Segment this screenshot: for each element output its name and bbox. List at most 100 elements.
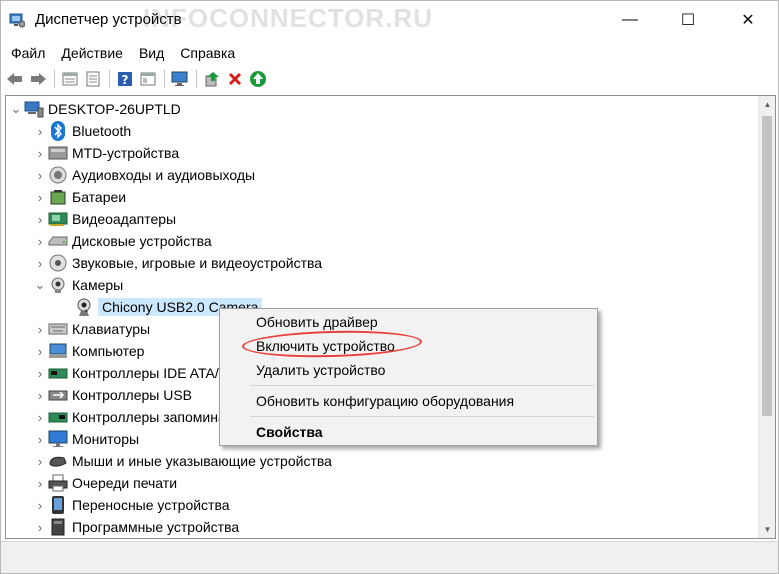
tree-item-print-queues[interactable]: › Очереди печати [32,472,177,494]
usb-controller-icon [48,385,68,405]
tree-item-batteries[interactable]: › Батареи [32,186,126,208]
tree-item-disk-drives[interactable]: › Дисковые устройства [32,230,212,252]
toolbar-separator [109,70,110,88]
camera-icon [48,275,68,295]
mouse-icon [48,451,68,471]
tree-item-keyboards[interactable]: › Клавиатуры [32,318,150,340]
chevron-right-icon[interactable]: › [32,186,48,208]
chevron-right-icon[interactable]: › [32,318,48,340]
tree-item-label: Звуковые, игровые и видеоустройства [72,255,323,271]
forward-button[interactable] [28,69,48,89]
toolbar-separator [196,70,197,88]
maximize-button[interactable]: ☐ [665,1,711,39]
tree-item-software-devices[interactable]: › Программные устройства [32,516,239,538]
chevron-right-icon[interactable]: › [32,516,48,538]
resources-panel-icon [140,72,156,86]
tree-item-audio-io[interactable]: › Аудиовходы и аудиовыходы [32,164,255,186]
chevron-right-icon[interactable]: › [32,120,48,142]
tree-item-label: Переносные устройства [72,497,230,513]
sound-icon [48,253,68,273]
chevron-right-icon[interactable]: › [32,164,48,186]
resources-button[interactable] [138,69,158,89]
computer-root-icon [24,99,44,119]
mtd-device-icon [48,143,68,163]
update-driver-icon [205,72,219,87]
tree-item-label: Мониторы [72,431,140,447]
chevron-right-icon[interactable]: › [32,208,48,230]
menu-bar: Файл Действие Вид Справка [1,41,778,65]
menu-separator [250,385,594,386]
tree-item-label: Видеоадаптеры [72,211,177,227]
battery-icon [48,187,68,207]
computer-icon [48,341,68,361]
update-driver-button[interactable] [202,69,222,89]
scan-hardware-button[interactable] [170,69,190,89]
enable-device-icon [250,71,266,87]
help-button[interactable]: ? [115,69,135,89]
chevron-right-icon[interactable]: › [32,252,48,274]
menu-item-properties[interactable]: Свойства [256,424,323,440]
chevron-right-icon[interactable]: › [32,142,48,164]
tree-item-portable-devices[interactable]: › Переносные устройства [32,494,230,516]
chevron-right-icon[interactable]: › [32,428,48,450]
menu-help[interactable]: Справка [174,45,241,61]
back-button[interactable] [5,69,25,89]
device-manager-icon [9,13,25,28]
tree-item-cameras[interactable]: ⌄ Камеры [32,274,123,296]
chevron-right-icon[interactable]: › [32,494,48,516]
monitor-scan-icon [171,71,188,86]
tree-list-button[interactable] [83,69,103,89]
chevron-right-icon[interactable]: › [32,450,48,472]
properties-button[interactable] [60,69,80,89]
tree-item-mtd[interactable]: › MTD-устройства [32,142,179,164]
keyboard-icon [48,319,68,339]
menu-item-update-driver[interactable]: Обновить драйвер [256,314,378,330]
tree-item-computer[interactable]: › Компьютер [32,340,145,362]
menu-action[interactable]: Действие [55,45,129,61]
tree-item-bluetooth[interactable]: › Bluetooth [32,120,131,142]
chevron-down-icon[interactable]: ⌄ [32,274,48,296]
tree-item-label: Мыши и иные указывающие устройства [72,453,332,469]
menu-item-uninstall-device[interactable]: Удалить устройство [256,362,385,378]
tree-item-mice[interactable]: › Мыши и иные указывающие устройства [32,450,332,472]
scroll-up-arrow-icon[interactable]: ▲ [759,96,775,113]
chevron-right-icon[interactable]: › [32,406,48,428]
close-button[interactable]: ✕ [725,1,771,39]
chevron-down-icon[interactable]: ⌄ [8,98,24,120]
chevron-right-icon[interactable]: › [32,384,48,406]
tree-item-usb-controllers[interactable]: › Контроллеры USB [32,384,192,406]
tree-item-label: MTD-устройства [72,145,180,161]
tree-item-label: Компьютер [72,343,145,359]
menu-view[interactable]: Вид [133,45,170,61]
tree-item-sound-devices[interactable]: › Звуковые, игровые и видеоустройства [32,252,322,274]
maximize-icon: ☐ [680,12,696,29]
tree-item-label: Батареи [72,189,127,205]
tree-item-label: Дисковые устройства [72,233,212,249]
tree-list-icon [86,71,100,87]
chevron-right-icon[interactable]: › [32,362,48,384]
minimize-button[interactable]: — [607,1,653,39]
software-device-icon [48,517,68,537]
tree-item-label: Программные устройства [72,519,240,535]
forward-arrow-icon [31,73,46,85]
back-arrow-icon [7,73,22,85]
display-adapter-icon [48,209,68,229]
chevron-right-icon[interactable]: › [32,230,48,252]
uninstall-button[interactable] [225,69,245,89]
tree-item-monitors[interactable]: › Мониторы [32,428,139,450]
storage-controller-icon [48,407,68,427]
chevron-right-icon[interactable]: › [32,472,48,494]
properties-sheet-icon [62,72,78,86]
chevron-right-icon[interactable]: › [32,340,48,362]
vertical-scrollbar[interactable]: ▲ ▼ [758,96,775,538]
scroll-down-arrow-icon[interactable]: ▼ [759,521,775,538]
scrollbar-thumb[interactable] [762,116,772,416]
menu-item-scan-hardware[interactable]: Обновить конфигурацию оборудования [256,393,514,409]
tree-item-label: Контроллеры USB [72,387,192,403]
tree-item-display-adapters[interactable]: › Видеоадаптеры [32,208,176,230]
menu-file[interactable]: Файл [5,45,51,61]
tree-root[interactable]: ⌄ DESKTOP-26UPTLD [8,98,181,120]
printer-icon [48,473,68,493]
enable-device-button[interactable] [248,69,268,89]
uninstall-x-icon [228,72,242,86]
